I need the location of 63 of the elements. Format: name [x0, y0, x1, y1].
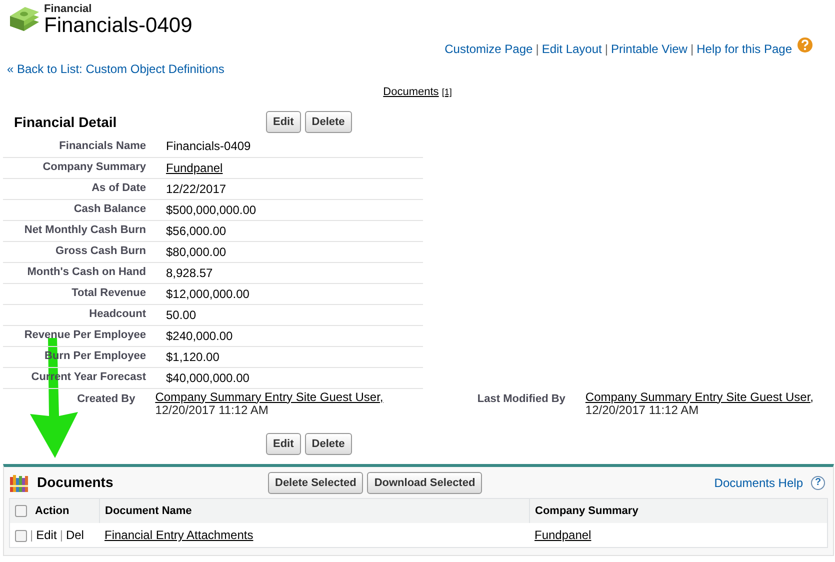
page-link[interactable]: Help for this Page — [696, 40, 792, 58]
action-button[interactable]: Edit — [266, 432, 301, 454]
field-value: $500,000,000.00 — [166, 202, 256, 216]
field-value: $1,120.00 — [166, 350, 220, 364]
field-label: Revenue Per Employee — [24, 329, 146, 342]
link-separator: | — [536, 41, 539, 58]
link-separator: | — [690, 41, 694, 58]
row-action-link[interactable]: Edit — [36, 528, 57, 542]
help-button[interactable]: ? — [811, 476, 825, 490]
link-separator: | — [60, 528, 63, 542]
user-link[interactable]: Company Summary Entry Site Guest User, — [155, 390, 384, 404]
company-link[interactable]: Fundpanel — [534, 528, 592, 542]
row-action-link[interactable]: Del — [66, 528, 84, 542]
link-separator: | — [30, 528, 34, 542]
page-link[interactable]: Printable View — [610, 40, 688, 58]
page-link[interactable]: Customize Page — [444, 40, 533, 58]
field-label: Last Modified By — [476, 392, 566, 406]
section-title: Documents — [37, 473, 114, 492]
action-button[interactable]: Edit — [266, 111, 301, 133]
action-button[interactable]: Delete — [304, 432, 352, 454]
field-label: Created By — [76, 392, 136, 406]
action-button[interactable]: Delete Selected — [268, 472, 364, 494]
timestamp: 12/20/2017 11:12 AM — [155, 404, 268, 416]
help-link[interactable]: Documents Help — [714, 474, 803, 492]
action-button[interactable]: Delete — [304, 111, 352, 133]
field-label: Total Revenue — [72, 287, 146, 300]
field-label: Company Summary — [42, 161, 146, 174]
column-header: Document Name — [105, 504, 192, 516]
timestamp: 12/20/2017 11:12 AM — [585, 404, 699, 416]
column-header: Action — [35, 504, 70, 516]
section-title: Financial Detail — [14, 112, 118, 132]
field-value: $12,000,000.00 — [166, 286, 250, 300]
record-title: Financials-0409 — [44, 15, 192, 37]
back-link[interactable]: « Back to List: Custom Object Definitions — [7, 60, 224, 78]
field-label: Cash Balance — [74, 203, 146, 216]
count-link[interactable]: [1] — [442, 87, 452, 97]
field-value: $240,000.00 — [166, 328, 233, 342]
user-link[interactable]: Company Summary Entry Site Guest User, — [585, 390, 814, 404]
select-all-checkbox[interactable] — [15, 504, 27, 517]
link-separator: | — [604, 41, 608, 58]
field-label: As of Date — [92, 182, 146, 194]
page-link[interactable]: Edit Layout — [542, 40, 602, 58]
action-button[interactable]: Download Selected — [367, 472, 482, 494]
field-value: $80,000.00 — [166, 244, 226, 258]
field-link[interactable]: Fundpanel — [166, 160, 223, 174]
field-value: 8,928.57 — [166, 266, 213, 280]
help-icon[interactable] — [797, 37, 813, 53]
field-label: Gross Cash Burn — [56, 245, 146, 258]
field-label: Financials Name — [59, 140, 146, 152]
field-label: Net Monthly Cash Burn — [24, 224, 146, 236]
books-icon — [9, 472, 29, 492]
object-type-label: Financial — [44, 3, 93, 15]
field-value: Financials-0409 — [166, 139, 251, 154]
field-label: Month's Cash on Hand — [27, 266, 146, 278]
field-value: $56,000.00 — [166, 224, 226, 238]
field-value: 12/22/2017 — [166, 182, 226, 196]
related-list-link[interactable]: Documents — [383, 86, 439, 98]
field-value: $40,000,000.00 — [166, 370, 250, 384]
document-link[interactable]: Financial Entry Attachments — [104, 528, 254, 542]
row-checkbox[interactable] — [15, 530, 27, 542]
field-value: 50.00 — [166, 308, 196, 322]
column-header: Company Summary — [535, 504, 638, 516]
field-label: Headcount — [89, 308, 146, 320]
